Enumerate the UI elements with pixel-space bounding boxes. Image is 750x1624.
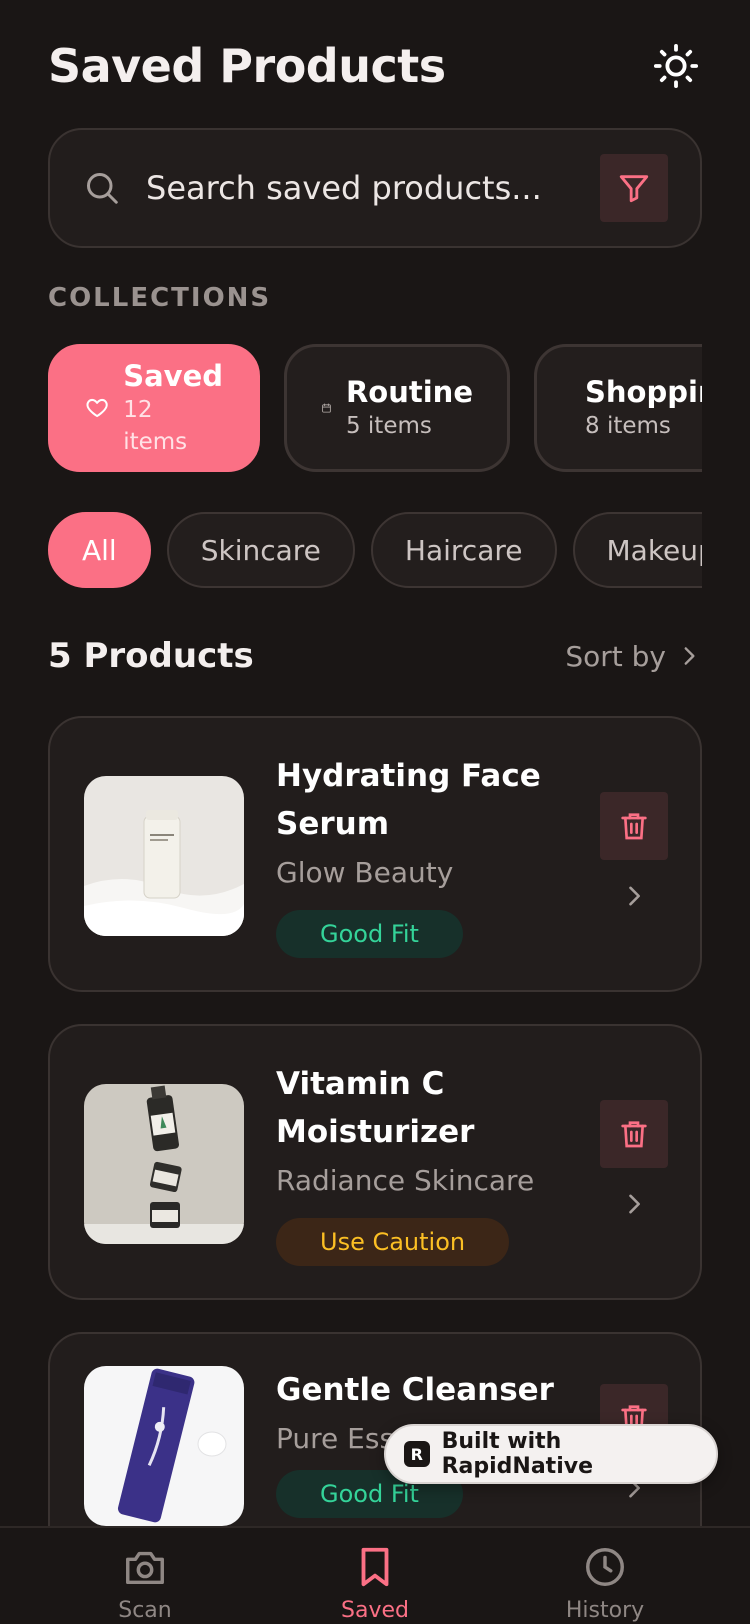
trash-icon — [621, 1121, 647, 1148]
heart-icon — [86, 398, 108, 418]
built-with-badge[interactable]: R Built with RapidNative — [384, 1424, 718, 1484]
collection-routine[interactable]: Routine 5 items — [284, 344, 510, 472]
chevron-right-icon — [629, 1194, 640, 1214]
built-with-label: Built with RapidNative — [441, 1429, 593, 1479]
product-brand: Radiance Skincare — [276, 1164, 535, 1197]
collections-label: COLLECTIONS — [48, 283, 272, 313]
sun-icon — [653, 43, 699, 89]
theme-toggle-button[interactable] — [650, 40, 702, 92]
sort-button[interactable]: Sort by — [565, 640, 702, 673]
nav-scan[interactable]: Scan — [75, 1528, 215, 1624]
collection-count: 8 items — [585, 413, 671, 439]
page-title: Saved Products — [48, 39, 446, 93]
search-icon — [87, 173, 118, 204]
product-count: 5 Products — [48, 636, 254, 676]
collections-row: Saved 12 items Routine 5 items Shopping … — [48, 344, 702, 472]
rapidnative-logo-icon: R — [404, 1441, 430, 1467]
nav-label: Scan — [118, 1598, 172, 1623]
status-badge: Good Fit — [276, 910, 463, 958]
search-input[interactable]: Search saved products... — [146, 169, 600, 207]
camera-icon — [126, 1551, 164, 1585]
status-badge: Use Caution — [276, 1218, 510, 1266]
delete-button[interactable] — [600, 792, 668, 860]
product-name: Vitamin C Moisturizer — [276, 1066, 475, 1150]
clock-icon — [586, 1548, 624, 1586]
collection-count: 12 items — [123, 397, 188, 455]
collection-saved[interactable]: Saved 12 items — [48, 344, 260, 472]
header: Saved Products — [48, 36, 702, 96]
nav-label: History — [565, 1598, 645, 1623]
product-image — [84, 1366, 244, 1526]
list-header: 5 Products Sort by — [48, 626, 702, 686]
product-card[interactable]: Vitamin C Moisturizer Radiance Skincare … — [48, 1024, 702, 1300]
product-name: Hydrating Face Serum — [276, 758, 541, 842]
chip-skincare[interactable]: Skincare — [166, 512, 355, 588]
collection-name: Routine — [345, 375, 473, 409]
chip-all[interactable]: All — [48, 512, 151, 588]
product-brand: Glow Beauty — [276, 856, 454, 889]
chevron-right-icon — [684, 647, 695, 665]
open-details-button[interactable] — [618, 880, 650, 912]
filter-button[interactable] — [600, 154, 668, 222]
sort-label: Sort by — [565, 639, 666, 673]
product-card[interactable]: Hydrating Face Serum Glow Beauty Good Fi… — [48, 716, 702, 992]
product-image — [84, 776, 244, 936]
nav-saved[interactable]: Saved — [305, 1528, 445, 1624]
product-image — [84, 1084, 244, 1244]
bottom-nav: Scan Saved History — [0, 1526, 750, 1624]
chip-haircare[interactable]: Haircare — [370, 512, 557, 588]
collection-name: Shopping — [585, 375, 702, 409]
product-name: Gentle Cleanser — [276, 1372, 554, 1408]
nav-label: Saved — [341, 1598, 409, 1623]
category-filter-row: All Skincare Haircare Makeup — [48, 512, 702, 588]
trash-icon — [621, 813, 647, 840]
calendar-icon — [322, 403, 331, 413]
collection-count: 5 items — [345, 413, 432, 439]
open-details-button[interactable] — [618, 1188, 650, 1220]
filter-icon — [619, 175, 649, 203]
search-bar[interactable]: Search saved products... — [48, 128, 702, 248]
nav-history[interactable]: History — [535, 1528, 675, 1624]
bookmark-icon — [361, 1547, 389, 1587]
chip-makeup[interactable]: Makeup — [572, 512, 702, 588]
delete-button[interactable] — [600, 1100, 668, 1168]
collection-shopping[interactable]: Shopping 8 items — [534, 344, 702, 472]
collection-name: Saved — [123, 359, 223, 393]
chevron-right-icon — [629, 886, 640, 906]
